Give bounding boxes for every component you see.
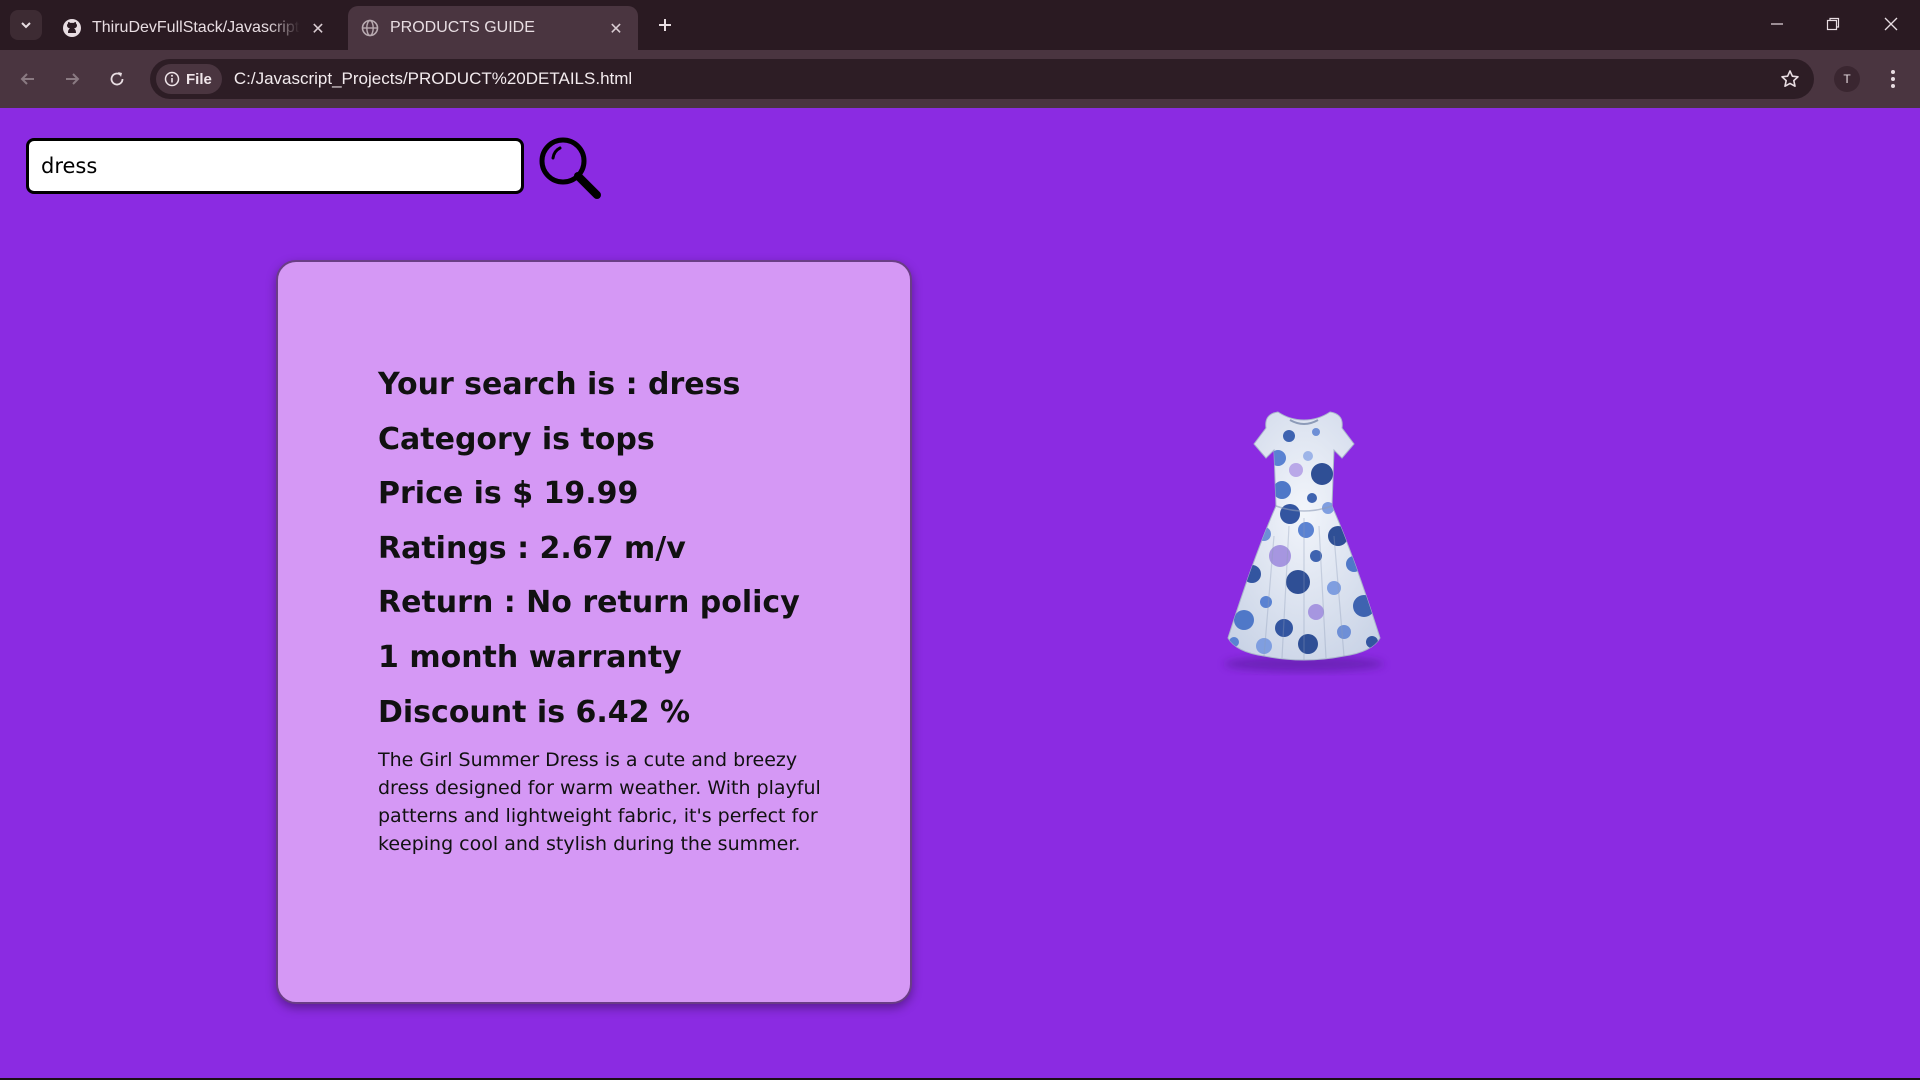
browser-menu-button[interactable] — [1878, 64, 1908, 94]
discount-line: Discount is 6.42 % — [378, 694, 691, 730]
tab-search-button[interactable] — [10, 10, 42, 40]
plus-icon — [659, 19, 671, 31]
ratings-line: Ratings : 2.67 m/v — [378, 530, 686, 566]
globe-icon — [360, 18, 380, 38]
url-text[interactable]: C:/Javascript_Projects/PRODUCT%20DETAILS… — [234, 69, 632, 89]
minimize-icon — [1771, 23, 1783, 25]
reload-icon — [110, 72, 124, 86]
site-chip-label: File — [186, 70, 212, 88]
site-info-chip[interactable]: File — [156, 64, 222, 94]
chevron-down-icon — [21, 22, 31, 29]
github-icon — [62, 18, 82, 38]
tab-github[interactable]: ThiruDevFullStack/Javascript-pr ✕ — [50, 6, 340, 50]
tab-title: PRODUCTS GUIDE — [390, 19, 535, 36]
tab-title: ThiruDevFullStack/Javascript-pr — [92, 19, 300, 36]
page-content: Your search is : dress Category is tops … — [0, 108, 1920, 1078]
info-icon — [164, 71, 180, 87]
search-icon — [539, 137, 601, 199]
star-icon — [1781, 70, 1799, 87]
browser-toolbar: File C:/Javascript_Projects/PRODUCT%20DE… — [0, 50, 1920, 108]
product-info: Your search is : dress Category is tops … — [378, 358, 848, 858]
new-tab-button[interactable] — [652, 12, 678, 38]
more-vert-icon — [1891, 70, 1895, 88]
tab-strip: ThiruDevFullStack/Javascript-pr ✕ PRODUC… — [0, 0, 1920, 50]
bookmark-button[interactable] — [1778, 67, 1802, 91]
search-input[interactable] — [26, 138, 524, 194]
profile-avatar[interactable]: T — [1834, 66, 1860, 92]
close-icon — [1884, 17, 1898, 31]
product-details-card: Your search is : dress Category is tops … — [276, 260, 912, 1004]
search-result-line: Your search is : dress — [378, 367, 741, 402]
minimize-button[interactable] — [1760, 8, 1794, 40]
close-icon[interactable]: ✕ — [606, 18, 626, 38]
return-policy-line: Return : No return policy — [378, 585, 800, 621]
back-button[interactable] — [12, 63, 44, 95]
product-description: The Girl Summer Dress is a cute and bree… — [378, 749, 821, 856]
tab-products-guide[interactable]: PRODUCTS GUIDE ✕ — [348, 6, 638, 50]
forward-button[interactable] — [56, 63, 88, 95]
arrow-right-icon — [66, 73, 80, 85]
price-line: Price is $ 19.99 — [378, 476, 639, 512]
close-window-button[interactable] — [1874, 8, 1908, 40]
reload-button[interactable] — [101, 63, 133, 95]
search-button[interactable] — [534, 132, 604, 202]
restore-icon — [1826, 17, 1840, 31]
close-icon[interactable]: ✕ — [308, 18, 328, 38]
arrow-left-icon — [20, 73, 34, 85]
address-bar[interactable]: File C:/Javascript_Projects/PRODUCT%20DE… — [150, 59, 1814, 99]
dress-image — [1224, 411, 1384, 672]
warranty-line: 1 month warranty — [378, 639, 682, 675]
restore-button[interactable] — [1816, 8, 1850, 40]
category-line: Category is tops — [378, 421, 655, 457]
